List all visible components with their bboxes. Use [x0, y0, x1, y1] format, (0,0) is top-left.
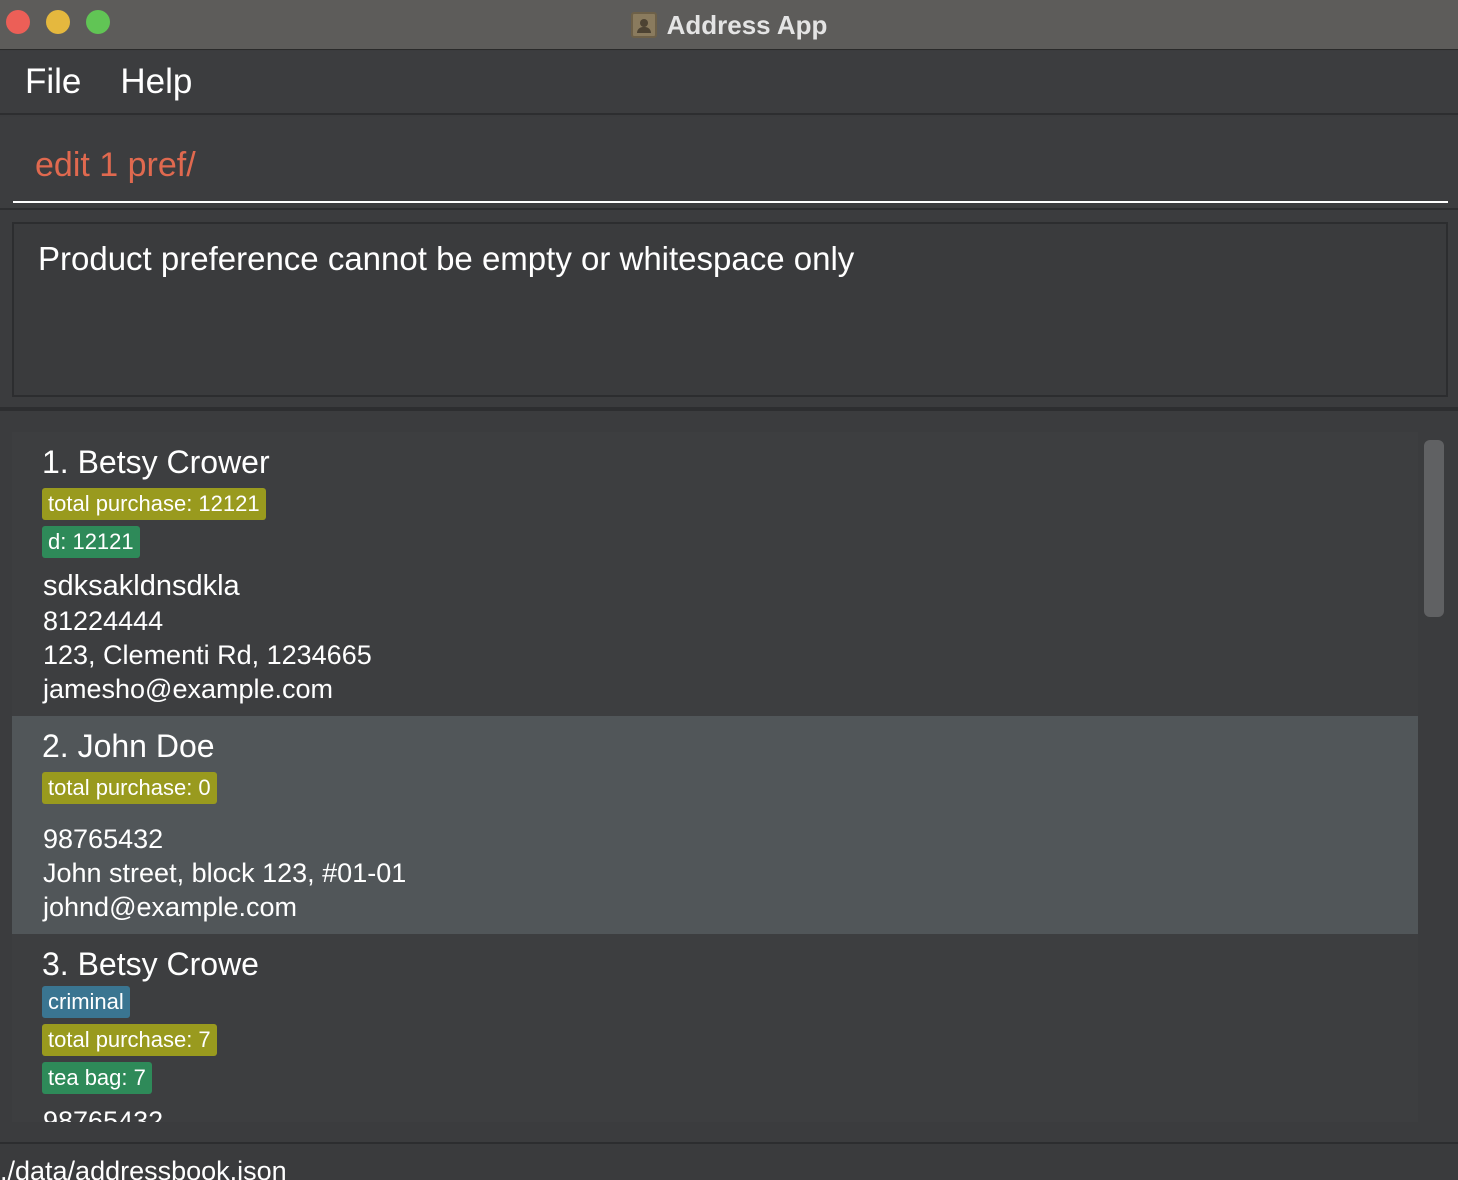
tag-product: d: 12121 [42, 526, 140, 558]
tag-total-purchase: total purchase: 12121 [42, 488, 266, 520]
person-phone: 98765432 [43, 1106, 164, 1122]
person-name: 2. John Doe [42, 728, 215, 764]
result-message: Product preference cannot be empty or wh… [38, 240, 855, 277]
result-display: Product preference cannot be empty or wh… [12, 222, 1448, 397]
person-address: John street, block 123, #01-01 [43, 858, 407, 888]
person-card[interactable]: 2. John Doe total purchase: 0 98765432 J… [12, 716, 1418, 934]
menu-bar: File Help [0, 51, 1458, 115]
title-bar: Address App [0, 0, 1458, 50]
status-bar: ./data/addressbook.json [0, 1142, 1458, 1180]
tag-label: criminal [42, 986, 130, 1018]
person-email: jamesho@example.com [43, 674, 334, 704]
person-phone: 81224444 [43, 606, 164, 636]
person-address: 123, Clementi Rd, 1234665 [43, 640, 372, 670]
person-list[interactable]: 1. Betsy Crower total purchase: 12121 d:… [12, 432, 1418, 1122]
person-email: johnd@example.com [43, 892, 298, 922]
tag-total-purchase: total purchase: 7 [42, 1024, 217, 1056]
section-divider [0, 407, 1458, 411]
list-scrollbar-thumb[interactable] [1424, 440, 1444, 617]
person-phone: 98765432 [43, 824, 164, 854]
menu-help[interactable]: Help [120, 62, 192, 102]
person-card[interactable]: 3. Betsy Crowe criminal total purchase: … [12, 934, 1418, 1122]
address-book-icon [630, 12, 657, 38]
menu-file[interactable]: File [25, 62, 81, 102]
status-file-path: ./data/addressbook.json [0, 1156, 287, 1180]
tag-total-purchase: total purchase: 0 [42, 772, 217, 804]
command-area [0, 117, 1458, 210]
person-name: 3. Betsy Crowe [42, 946, 259, 982]
person-card[interactable]: 1. Betsy Crower total purchase: 12121 d:… [12, 432, 1418, 716]
person-preference: sdksakldnsdkla [43, 570, 240, 602]
command-input[interactable] [13, 129, 1448, 203]
window-title: Address App [666, 9, 828, 40]
tag-product: tea bag: 7 [42, 1062, 152, 1094]
window-title-wrap: Address App [0, 0, 1458, 50]
person-name: 1. Betsy Crower [42, 444, 270, 480]
